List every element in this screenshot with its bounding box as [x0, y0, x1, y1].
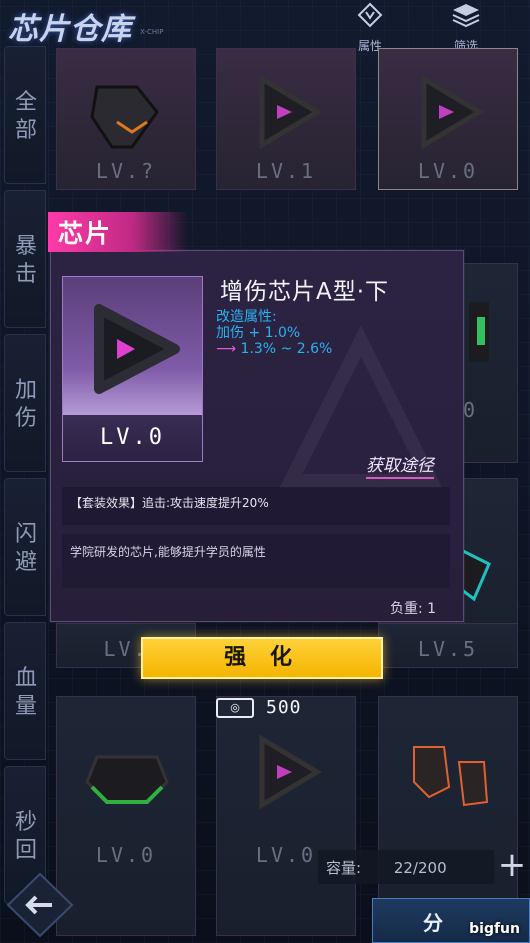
chip-cell[interactable]: LV.?: [56, 48, 196, 190]
chip-cell-selected[interactable]: LV.0: [378, 48, 518, 190]
chip-description: 学院研发的芯片,能够提升学员的属性: [62, 534, 450, 588]
chip-weight: 负重: 1: [390, 601, 437, 617]
attr-range: 1.3% ~ 2.6%: [240, 341, 333, 357]
chip-art: [259, 74, 322, 150]
capacity-display: 容量: 22/200: [318, 850, 494, 884]
capacity-label: 容量:: [326, 859, 362, 877]
chip-name: 增伤芯片A型·下: [220, 279, 390, 305]
filter-icon: [436, 2, 496, 35]
chip-art: [413, 746, 489, 807]
sidebar-tab-label: 全部: [15, 90, 38, 143]
chip-attributes: 改造属性: 加伤 + 1.0% ⟶ 1.3% ~ 2.6%: [216, 309, 332, 357]
set-effect: 【套装效果】追击:攻击速度提升20%: [62, 487, 450, 525]
back-button[interactable]: [0, 870, 80, 940]
arrow-right-icon: ⟶: [216, 341, 237, 357]
chip-level: LV.0: [417, 159, 479, 183]
popup-tag: 芯片: [58, 219, 113, 248]
chip-art: [259, 734, 322, 810]
strengthen-button[interactable]: 强 化: [141, 637, 383, 679]
strengthen-cost: 500: [266, 697, 302, 718]
currency-icon: ◎: [216, 698, 254, 718]
capacity-value: 22/200: [393, 859, 447, 877]
chip-thumb-level: LV.0: [63, 415, 202, 461]
chip-level: LV.5: [417, 637, 479, 661]
sidebar-tab-crit[interactable]: 暴击: [4, 190, 46, 328]
get-path-link[interactable]: 获取途径: [366, 451, 434, 479]
attribute-button[interactable]: 属性: [340, 2, 400, 53]
sidebar-tab-label: 暴击: [15, 234, 38, 287]
chip-level: LV.0: [95, 843, 157, 867]
attribute-icon: [340, 2, 400, 35]
chip-level: LV.1: [255, 159, 317, 183]
chip-cell[interactable]: LV.0: [216, 696, 356, 936]
sidebar-tab-all[interactable]: 全部: [4, 46, 46, 184]
chip-thumbnail: LV.0: [62, 276, 203, 462]
sidebar-tab-dodge[interactable]: 闪避: [4, 478, 46, 616]
decompose-label: 分: [423, 911, 443, 935]
attr-title: 改造属性:: [216, 309, 277, 325]
chip-triangle-icon: [94, 304, 180, 394]
sidebar-tab-damage[interactable]: 加伤: [4, 334, 46, 472]
chip-level: LV.?: [95, 159, 157, 183]
expand-capacity-button[interactable]: +: [494, 848, 530, 884]
back-arrow-icon: [6, 872, 74, 938]
chip-art: [85, 755, 169, 804]
chip-art: [90, 85, 159, 149]
chip-cell[interactable]: LV.1: [216, 48, 356, 190]
sidebar-tab-label: 加伤: [15, 378, 38, 431]
filter-button[interactable]: 筛选: [436, 2, 496, 53]
sidebar-tab-label: 血量: [15, 666, 38, 719]
sidebar-tab-label: 秒回: [15, 810, 38, 863]
attr-line: 加伤 + 1.0%: [216, 325, 301, 341]
watermark: bigfun: [469, 921, 520, 937]
chip-art: [421, 74, 484, 150]
sidebar-tab-hp[interactable]: 血量: [4, 622, 46, 760]
page-title: 芯片仓库: [8, 12, 132, 47]
chip-cell[interactable]: LV.5: [378, 623, 518, 668]
page-subtitle: X-CHIP: [140, 28, 164, 36]
sidebar-tab-label: 闪避: [15, 522, 38, 575]
